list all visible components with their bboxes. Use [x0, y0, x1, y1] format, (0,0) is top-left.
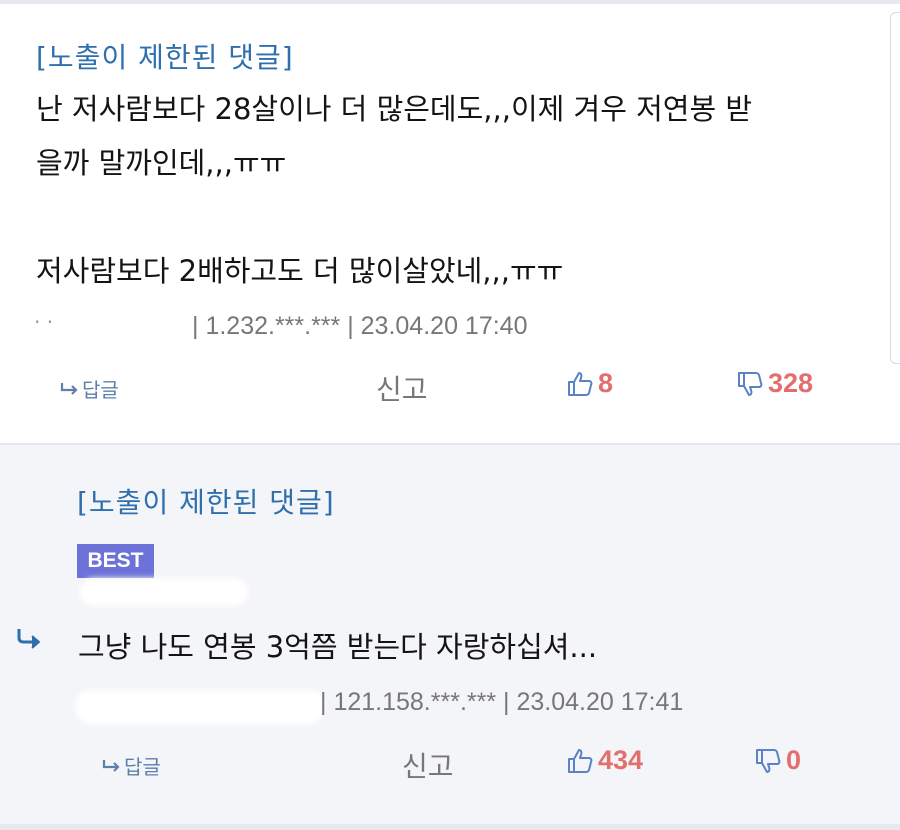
- thumbs-up-icon: [568, 371, 593, 396]
- reply-button[interactable]: 답글: [60, 374, 119, 403]
- best-badge: BEST: [77, 544, 154, 578]
- comment-meta: | 121.158.***.*** | 23.04.20 17:41: [320, 688, 684, 716]
- reply-label: 답글: [124, 755, 161, 779]
- comment-body: 그냥 나도 연봉 3억쯤 받는다 자랑하십셔...: [78, 630, 598, 664]
- comment-actions: 답글 신고 434 0: [0, 745, 900, 785]
- redacted-author: · ·: [34, 310, 54, 334]
- like-count: 434: [598, 745, 644, 775]
- dislike-button[interactable]: 328: [736, 368, 813, 399]
- reply-label: 답글: [82, 378, 119, 402]
- restricted-comment-label[interactable]: [노출이 제한된 댓글]: [36, 36, 294, 76]
- bottom-border: [0, 824, 900, 830]
- thumbs-down-icon: [756, 748, 781, 773]
- reply-arrow-icon: [102, 759, 120, 772]
- reply-arrow-icon: [17, 629, 40, 649]
- thumbs-up-icon: [568, 748, 593, 773]
- comment-body-line: 난 저사람보다 28살이나 더 많은데도,,,이제 겨우 저연봉 받: [36, 92, 753, 126]
- comment-body-line: 을까 말까인데,,,ㅠㅠ: [36, 146, 287, 180]
- report-button[interactable]: 신고: [376, 368, 428, 408]
- comment-actions: 답글 신고 8 328: [0, 368, 900, 408]
- reply-arrow-icon: [60, 382, 78, 395]
- like-count: 8: [598, 368, 614, 398]
- comment-body-line: 저사람보다 2배하고도 더 많이살았네,,,ㅠㅠ: [36, 254, 564, 288]
- redacted-author: [80, 578, 248, 606]
- dislike-button[interactable]: 0: [754, 745, 801, 776]
- scrollbar[interactable]: [890, 12, 900, 364]
- report-button[interactable]: 신고: [402, 745, 454, 785]
- like-button[interactable]: 8: [566, 368, 613, 399]
- restricted-comment-label[interactable]: [노출이 제한된 댓글]: [77, 481, 335, 521]
- thumbs-down-icon: [738, 371, 763, 396]
- comment-meta: | 1.232.***.*** | 23.04.20 17:40: [192, 312, 528, 340]
- dislike-count: 328: [768, 368, 814, 398]
- like-button[interactable]: 434: [566, 745, 643, 776]
- reply-button[interactable]: 답글: [102, 751, 161, 780]
- dislike-count: 0: [786, 745, 802, 775]
- redacted-author-meta: [76, 690, 324, 724]
